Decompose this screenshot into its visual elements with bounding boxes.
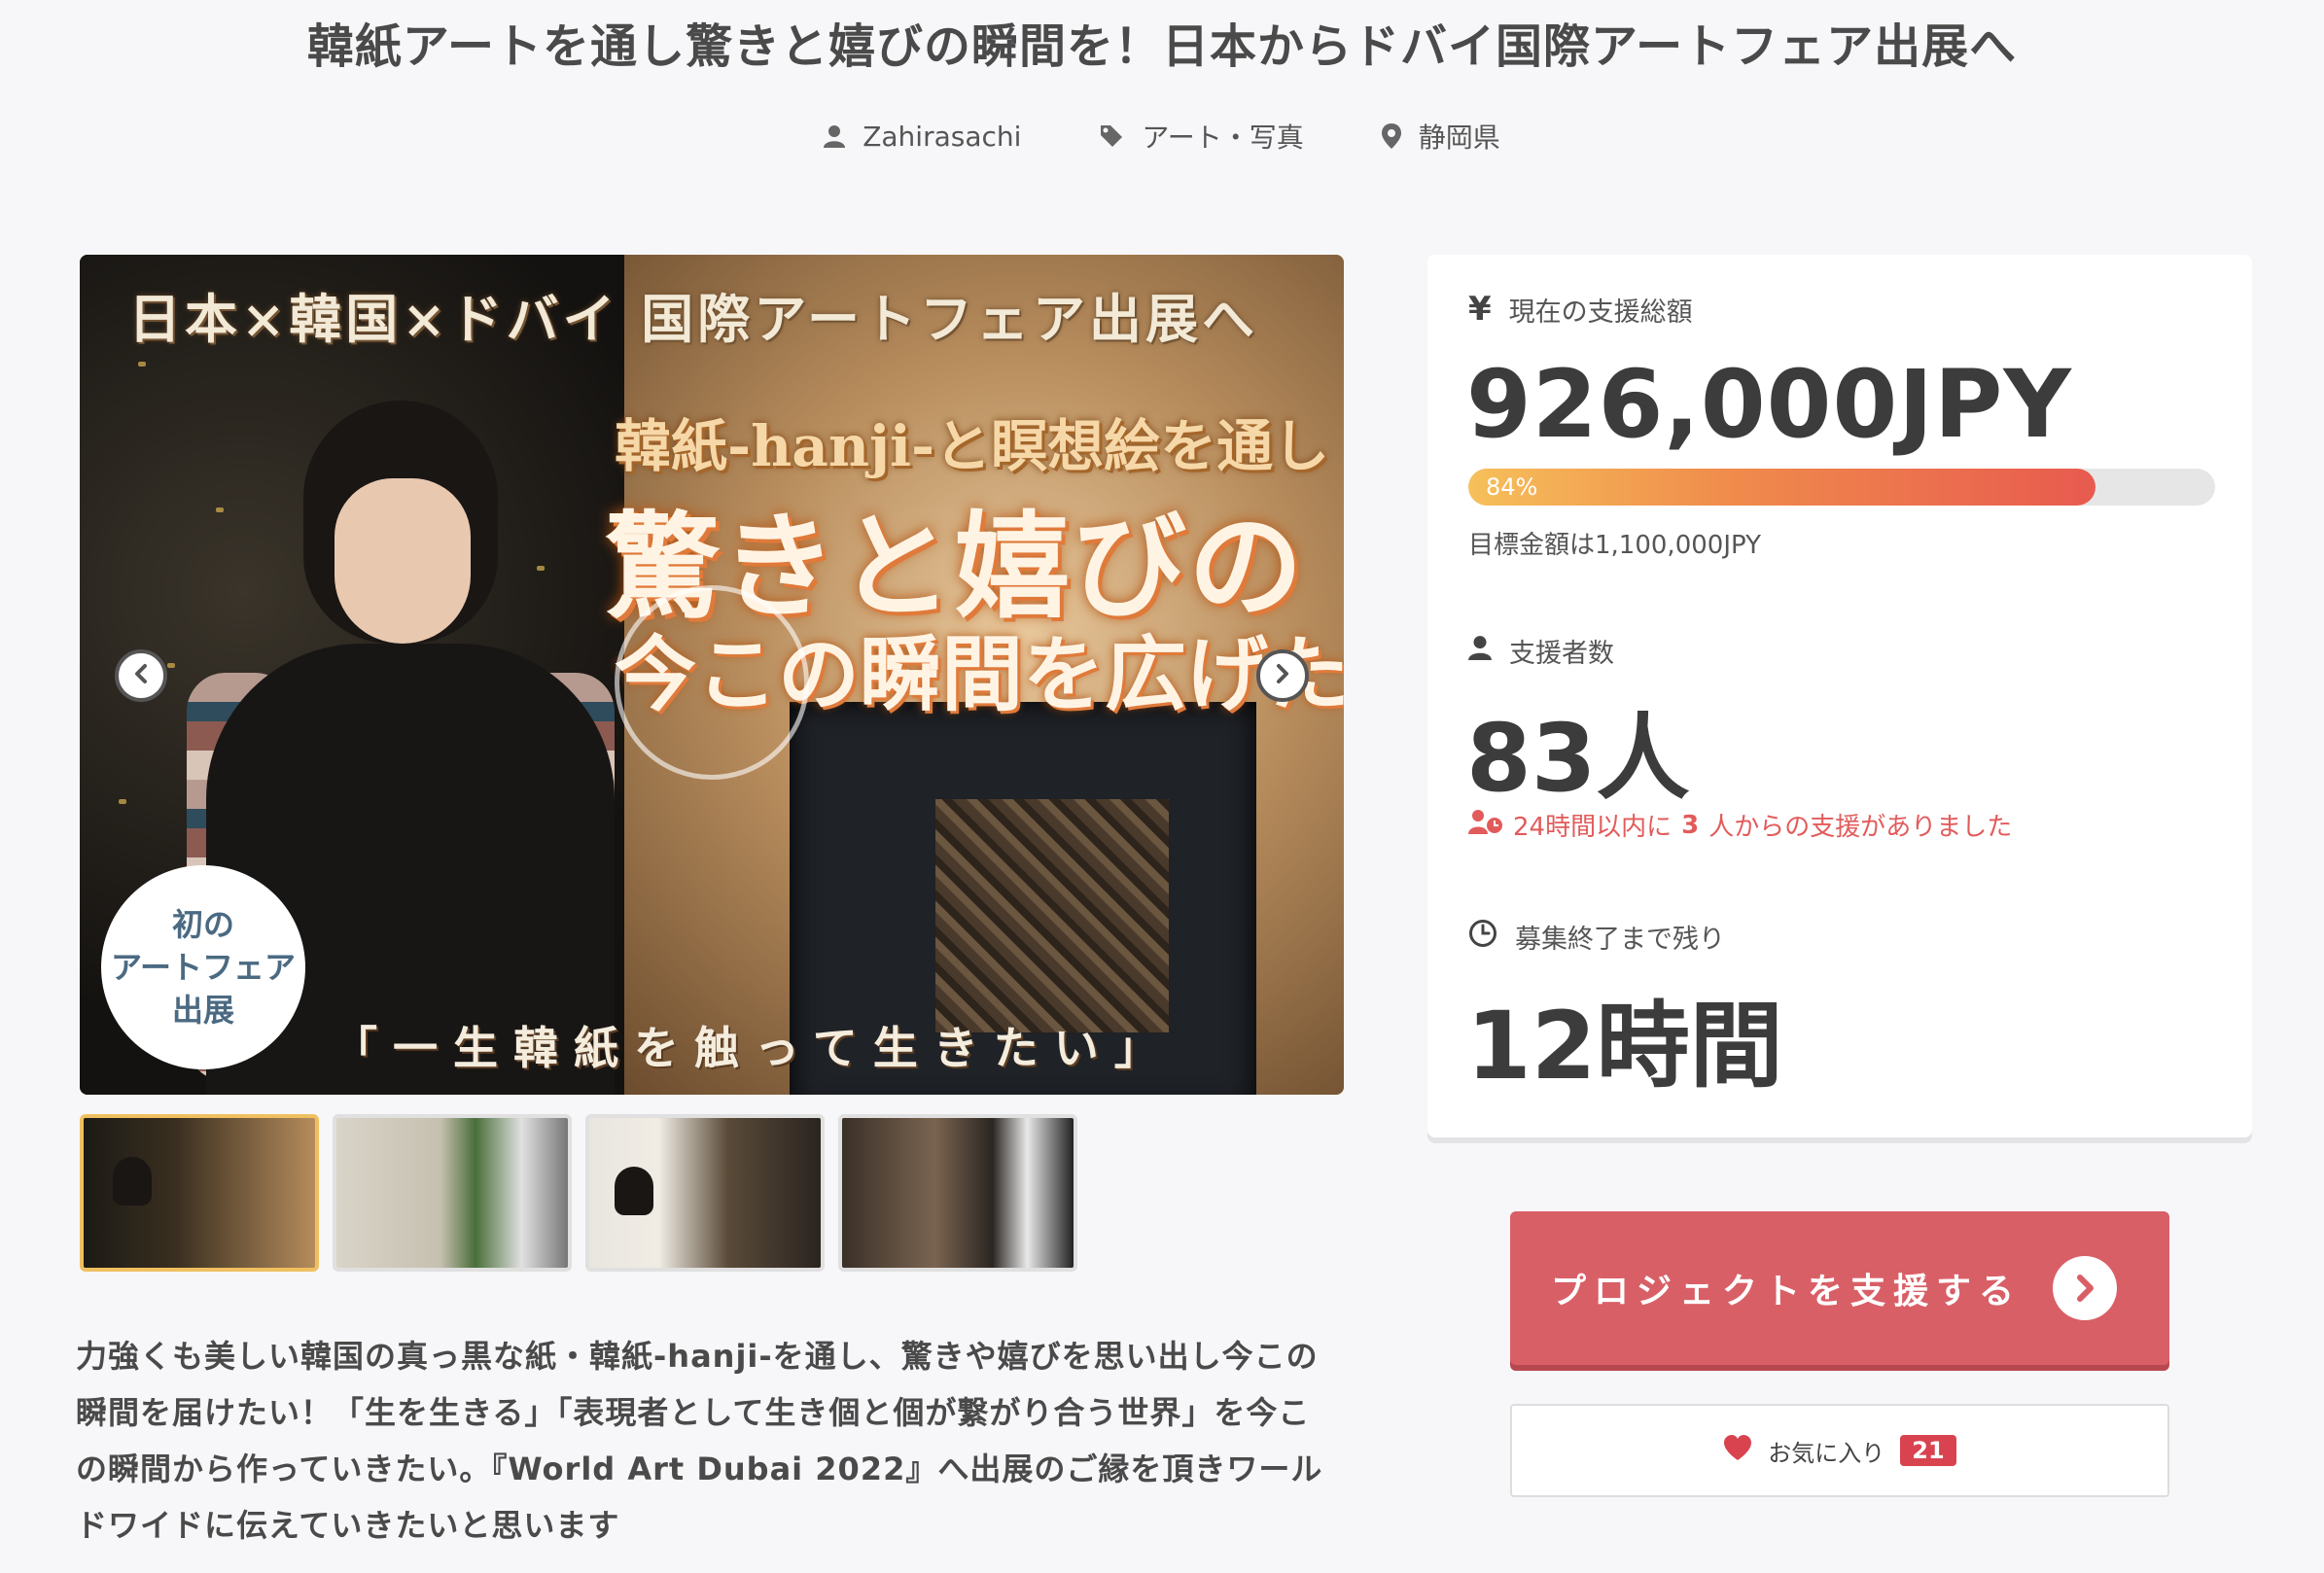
badge-line: 出展 [171, 992, 234, 1029]
thumb-figure [615, 1167, 653, 1215]
gold-speck [216, 507, 224, 512]
project-meta: Zahirasachi アート・写真 静岡県 [0, 117, 2324, 156]
recent-count: 3 [1681, 810, 1700, 840]
amount-label: 現在の支援総額 [1508, 297, 1693, 328]
thumbnail-strip [80, 1114, 1077, 1272]
author-link[interactable]: Zahirasachi [824, 117, 1021, 156]
user-icon [824, 124, 846, 148]
prev-slide-button[interactable] [115, 649, 167, 702]
thumbnail-2[interactable] [333, 1114, 572, 1272]
backers-label: 支援者数 [1509, 639, 1614, 669]
favorite-count-badge: 21 [1900, 1435, 1956, 1466]
hero-frame-art [935, 799, 1169, 1032]
badge-line: 初の [171, 906, 234, 943]
amount-label-row: ¥ 現在の支援総額 [1468, 290, 1693, 329]
gold-speck [138, 362, 146, 367]
recent-suffix: 人からの支援がありました [1708, 813, 2013, 842]
next-slide-button[interactable] [1256, 649, 1309, 702]
user-clock-icon [1468, 809, 1503, 841]
hero-top-text: 日本×韓国×ドバイ 国際アートフェア出展へ [128, 288, 1259, 350]
hero-person-face [335, 478, 471, 644]
thumbnail-3[interactable] [585, 1114, 825, 1272]
clock-icon [1468, 919, 1497, 955]
chevron-left-icon [130, 663, 152, 688]
support-project-button[interactable]: プロジェクトを支援する [1510, 1211, 2169, 1365]
category-name: アート・写真 [1142, 122, 1304, 154]
first-fair-badge: 初の アートフェア 出展 [101, 865, 305, 1069]
funding-stats-card: ¥ 現在の支援総額 926,000JPY 84% 目標金額は1,100,000J… [1427, 255, 2252, 1137]
yen-icon: ¥ [1468, 290, 1492, 329]
user-icon [1468, 635, 1492, 667]
recent-support-notice: 24時間以内に 3 人からの支援がありました [1468, 807, 2012, 843]
badge-line: アートフェア [110, 949, 297, 986]
author-name: Zahirasachi [863, 120, 1022, 153]
remaining-label: 募集終了まで残り [1515, 925, 1725, 955]
remaining-value: 12時間 [1466, 992, 1783, 1101]
location-link[interactable]: 静岡県 [1381, 117, 1500, 156]
backers-label-row: 支援者数 [1468, 632, 1614, 670]
location-name: 静岡県 [1418, 122, 1500, 154]
map-pin-icon [1381, 123, 1401, 149]
goal-amount: 目標金額は1,100,000JPY [1468, 531, 1761, 560]
hero-line1: 韓紙-hanji-と瞑想絵を通し [615, 413, 1330, 479]
favorite-label: お気に入り [1768, 1439, 1885, 1467]
hero-video[interactable]: 日本×韓国×ドバイ 国際アートフェア出展へ 韓紙-hanji-と瞑想絵を通し 驚… [80, 255, 1344, 1095]
thumb-figure [113, 1157, 152, 1206]
heart-icon [1723, 1434, 1752, 1467]
chevron-right-circle-icon [2053, 1256, 2117, 1320]
chevron-right-icon [1272, 663, 1293, 688]
recent-prefix: 24時間以内に [1513, 813, 1673, 842]
project-title: 韓紙アートを通し驚きと嬉びの瞬間を！日本からドバイ国際アートフェア出展へ [306, 19, 2018, 74]
category-link[interactable]: アート・写真 [1099, 117, 1304, 156]
tag-icon [1099, 123, 1124, 149]
project-description: 力強くも美しい韓国の真っ黒な紙・韓紙-hanji-を通し、驚きや嬉びを思い出し今… [76, 1338, 1323, 1544]
progress-fill [1468, 469, 2096, 506]
support-button-label: プロジェクトを支援する [1551, 1272, 2023, 1311]
gold-speck [119, 799, 126, 804]
thumbnail-1[interactable] [80, 1114, 319, 1272]
gold-speck [537, 566, 545, 571]
favorite-button[interactable]: お気に入り 21 [1510, 1404, 2169, 1497]
backers-value: 83人 [1466, 704, 1690, 813]
hero-bottom-text: 「一生韓紙を触って生きたい」 [333, 1022, 1175, 1074]
play-button[interactable] [615, 585, 809, 780]
progress-bar: 84% [1468, 469, 2215, 506]
gold-speck [167, 663, 175, 668]
progress-percent: 84% [1486, 473, 1538, 501]
remaining-label-row: 募集終了まで残り [1468, 918, 1725, 956]
amount-value: 926,000JPY [1466, 350, 2072, 459]
thumbnail-4[interactable] [838, 1114, 1077, 1272]
